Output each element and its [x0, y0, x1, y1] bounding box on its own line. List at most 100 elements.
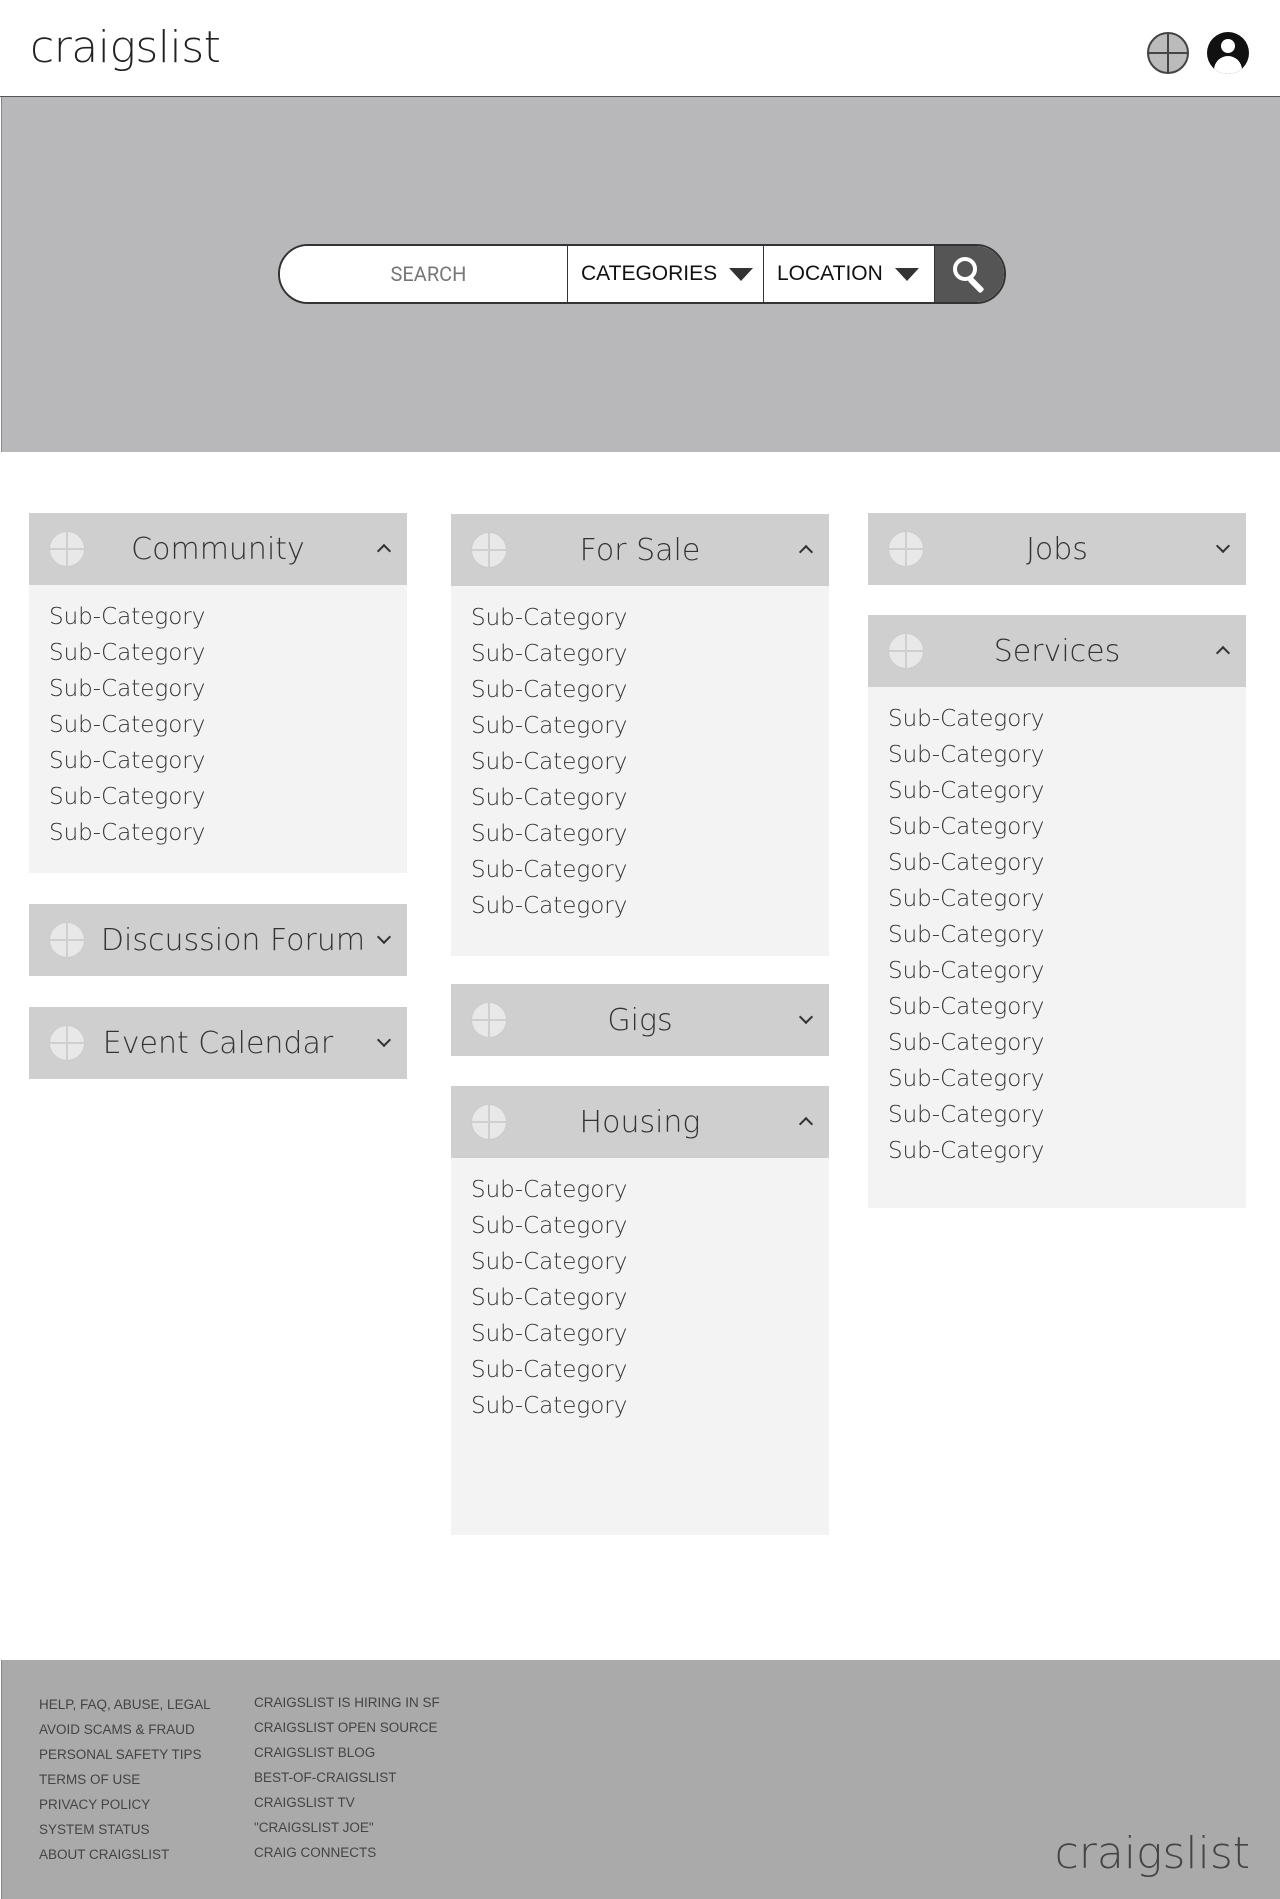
footer-link[interactable]: TERMS OF USE	[39, 1767, 211, 1792]
sub-category-link[interactable]: Sub-Category	[471, 1352, 829, 1388]
panel-title: Services	[993, 633, 1121, 669]
footer-link[interactable]: PERSONAL SAFETY TIPS	[39, 1742, 211, 1767]
footer-link[interactable]: CRAIGSLIST BLOG	[254, 1740, 440, 1765]
panel-title: Gigs	[607, 1002, 673, 1038]
sub-category-link[interactable]: Sub-Category	[49, 743, 407, 779]
panel-event-calendar: Event Calendar	[29, 1007, 407, 1079]
chevron-down-icon[interactable]	[376, 929, 392, 945]
panel-body-housing: Sub-Category Sub-Category Sub-Category Sub-…	[451, 1158, 829, 1535]
sub-category-link[interactable]: Sub-Category	[888, 1025, 1246, 1061]
panel-discussion-forum: Discussion Forum	[29, 904, 407, 976]
panel-body-services: Sub-Category Sub-Category Sub-Category Sub-…	[868, 687, 1246, 1208]
sub-category-link[interactable]: Sub-Category	[471, 780, 829, 816]
search-input[interactable]	[280, 246, 568, 302]
sub-category-link[interactable]: Sub-Category	[49, 635, 407, 671]
category-placeholder-icon	[471, 532, 507, 568]
sub-category-link[interactable]: Sub-Category	[888, 809, 1246, 845]
sub-category-link[interactable]: Sub-Category	[471, 888, 829, 924]
footer-link[interactable]: CRAIGSLIST IS HIRING IN SF	[254, 1690, 440, 1715]
footer-link[interactable]: AVOID SCAMS & FRAUD	[39, 1717, 211, 1742]
sub-category-link[interactable]: Sub-Category	[471, 636, 829, 672]
footer-link[interactable]: BEST-OF-CRAIGSLIST	[254, 1765, 440, 1790]
footer-link[interactable]: CRAIGSLIST OPEN SOURCE	[254, 1715, 440, 1740]
globe-icon[interactable]	[1147, 32, 1189, 74]
footer-link[interactable]: CRAIG CONNECTS	[254, 1840, 440, 1865]
panel-title: Event Calendar	[102, 1025, 334, 1061]
sub-category-link[interactable]: Sub-Category	[471, 1172, 829, 1208]
sub-category-link[interactable]: Sub-Category	[49, 815, 407, 851]
sub-category-link[interactable]: Sub-Category	[471, 1388, 829, 1424]
caret-down-icon	[729, 267, 754, 281]
categories-dropdown-label: CATEGORIES	[581, 262, 718, 285]
footer-link[interactable]: PRIVACY POLICY	[39, 1792, 211, 1817]
sub-category-link[interactable]: Sub-Category	[888, 737, 1246, 773]
footer-link[interactable]: "CRAIGSLIST JOE"	[254, 1815, 440, 1840]
chevron-down-icon[interactable]	[1215, 538, 1231, 554]
site-logo[interactable]: craigslist	[30, 22, 221, 73]
sub-category-link[interactable]: Sub-Category	[471, 816, 829, 852]
sub-category-link[interactable]: Sub-Category	[49, 599, 407, 635]
sub-category-link[interactable]: Sub-Category	[471, 1208, 829, 1244]
sub-category-link[interactable]: Sub-Category	[888, 881, 1246, 917]
footer-links-col-1: HELP, FAQ, ABUSE, LEGAL AVOID SCAMS & FRA…	[39, 1692, 211, 1867]
sub-category-link[interactable]: Sub-Category	[888, 989, 1246, 1025]
categories-dropdown[interactable]: CATEGORIES	[568, 246, 764, 302]
sub-category-link[interactable]: Sub-Category	[471, 1244, 829, 1280]
footer-logo[interactable]: craigslist	[1055, 1828, 1250, 1879]
category-placeholder-icon	[888, 531, 924, 567]
panel-header-event-calendar[interactable]: Event Calendar	[29, 1007, 407, 1079]
panel-title: Discussion Forum	[100, 922, 366, 958]
panel-title: Jobs	[1026, 531, 1088, 567]
panel-services: Services Sub-Category Sub-Category Sub-Cat…	[868, 615, 1246, 1208]
sub-category-link[interactable]: Sub-Category	[471, 744, 829, 780]
panel-header-jobs[interactable]: Jobs	[868, 513, 1246, 585]
page-footer: HELP, FAQ, ABUSE, LEGAL AVOID SCAMS & FRA…	[1, 1660, 1280, 1899]
panel-header-housing[interactable]: Housing	[451, 1086, 829, 1158]
sub-category-link[interactable]: Sub-Category	[888, 845, 1246, 881]
sub-category-link[interactable]: Sub-Category	[471, 1316, 829, 1352]
sub-category-link[interactable]: Sub-Category	[49, 671, 407, 707]
chevron-down-icon[interactable]	[376, 1032, 392, 1048]
panel-title: For Sale	[579, 532, 701, 568]
sub-category-link[interactable]: Sub-Category	[888, 953, 1246, 989]
sub-category-link[interactable]: Sub-Category	[471, 852, 829, 888]
panel-title: Housing	[579, 1104, 701, 1140]
search-button[interactable]	[935, 246, 1004, 302]
chevron-up-icon[interactable]	[798, 1116, 814, 1132]
sub-category-link[interactable]: Sub-Category	[471, 600, 829, 636]
chevron-down-icon[interactable]	[798, 1009, 814, 1025]
panel-header-for-sale[interactable]: For Sale	[451, 514, 829, 586]
chevron-up-icon[interactable]	[376, 543, 392, 559]
chevron-up-icon[interactable]	[1215, 645, 1231, 661]
sub-category-link[interactable]: Sub-Category	[471, 672, 829, 708]
panel-housing: Housing Sub-Category Sub-Category Sub-Cate…	[451, 1086, 829, 1535]
sub-category-link[interactable]: Sub-Category	[888, 1061, 1246, 1097]
chevron-up-icon[interactable]	[798, 544, 814, 560]
search-hero: CATEGORIES LOCATION	[1, 97, 1280, 452]
panel-header-services[interactable]: Services	[868, 615, 1246, 687]
footer-link[interactable]: ABOUT CRAIGSLIST	[39, 1842, 211, 1867]
panel-for-sale: For Sale Sub-Category Sub-Category Sub-Cat…	[451, 514, 829, 956]
panel-header-community[interactable]: Community	[29, 513, 407, 585]
sub-category-link[interactable]: Sub-Category	[49, 707, 407, 743]
panel-header-gigs[interactable]: Gigs	[451, 984, 829, 1056]
user-account-icon[interactable]	[1207, 32, 1249, 74]
category-placeholder-icon	[49, 531, 85, 567]
sub-category-link[interactable]: Sub-Category	[888, 1097, 1246, 1133]
sub-category-link[interactable]: Sub-Category	[49, 779, 407, 815]
footer-link[interactable]: CRAIGSLIST TV	[254, 1790, 440, 1815]
footer-link[interactable]: SYSTEM STATUS	[39, 1817, 211, 1842]
sub-category-link[interactable]: Sub-Category	[471, 1280, 829, 1316]
footer-links-col-2: CRAIGSLIST IS HIRING IN SF CRAIGSLIST OPE…	[254, 1690, 440, 1865]
sub-category-link[interactable]: Sub-Category	[888, 1133, 1246, 1169]
sub-category-link[interactable]: Sub-Category	[471, 708, 829, 744]
location-dropdown[interactable]: LOCATION	[764, 246, 935, 302]
search-bar: CATEGORIES LOCATION	[278, 244, 1006, 304]
sub-category-link[interactable]: Sub-Category	[888, 917, 1246, 953]
panel-header-discussion-forum[interactable]: Discussion Forum	[29, 904, 407, 976]
sub-category-link[interactable]: Sub-Category	[888, 701, 1246, 737]
sub-category-link[interactable]: Sub-Category	[888, 773, 1246, 809]
category-placeholder-icon	[888, 633, 924, 669]
panel-body-community: Sub-Category Sub-Category Sub-Category Sub-…	[29, 585, 407, 873]
footer-link[interactable]: HELP, FAQ, ABUSE, LEGAL	[39, 1692, 211, 1717]
